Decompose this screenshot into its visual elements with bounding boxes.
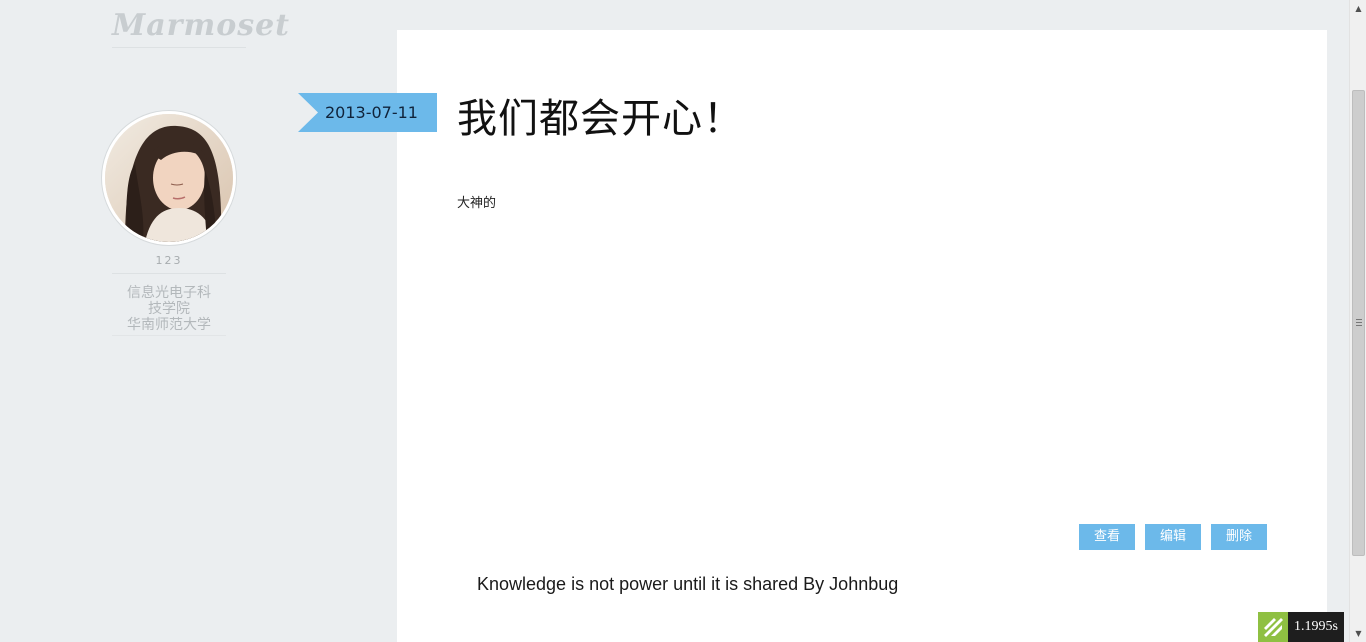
post-body: 大神的 [457, 196, 497, 211]
edit-button[interactable]: 编辑 [1145, 524, 1201, 550]
scroll-thumb[interactable] [1352, 90, 1365, 556]
page-load-timer[interactable]: 1.1995s [1258, 612, 1344, 642]
page: Marmoset 123 信息光电子科 技学院 华南师范大学 2013-07-1… [0, 0, 1366, 642]
timer-logo-icon [1258, 612, 1288, 642]
timer-value: 1.1995s [1288, 612, 1344, 642]
post-actions: 查看 编辑 删除 [1079, 524, 1267, 550]
footer-quote: Knowledge is not power until it is share… [477, 574, 899, 594]
avatar[interactable] [102, 111, 236, 245]
post-date: 2013-07-11 [298, 93, 437, 132]
divider [112, 335, 226, 336]
vertical-scrollbar[interactable]: ▲ ▼ [1349, 0, 1366, 642]
scroll-down-icon[interactable]: ▼ [1350, 625, 1366, 642]
user-id: 123 [112, 254, 226, 274]
school-name: 华南师范大学 [127, 317, 211, 333]
view-button[interactable]: 查看 [1079, 524, 1135, 550]
department-line-1: 信息光电子科 [127, 285, 211, 301]
site-logo[interactable]: Marmoset [112, 8, 289, 48]
user-info: 信息光电子科 技学院 华南师范大学 [112, 285, 226, 338]
department-line-2: 技学院 [148, 301, 190, 317]
scroll-up-icon[interactable]: ▲ [1350, 0, 1366, 17]
post-title[interactable]: 我们都会开心！ [457, 86, 744, 144]
avatar-image [105, 114, 233, 242]
grip-icon [1356, 319, 1362, 326]
delete-button[interactable]: 删除 [1211, 524, 1267, 550]
